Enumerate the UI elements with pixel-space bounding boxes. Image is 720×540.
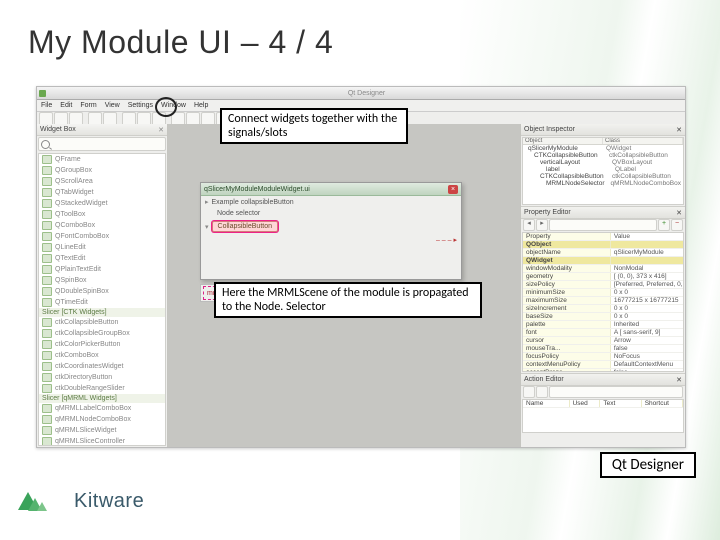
callout-mrmlscene: Here the MRMLScene of the module is prop… [214, 282, 482, 318]
property-row[interactable]: maximumSize16777215 x 16777215 [523, 297, 683, 305]
widget-item[interactable]: ctkDirectoryButton [39, 372, 165, 383]
action-new[interactable] [523, 386, 535, 398]
action-table[interactable]: NameUsedTextShortcut [522, 399, 684, 433]
property-row[interactable]: mouseTra...false [523, 345, 683, 353]
widget-item[interactable]: QTextEdit [39, 253, 165, 264]
object-tree[interactable]: ObjectClassqSlicerMyModuleQWidgetCTKColl… [522, 137, 684, 205]
app-icon [39, 90, 46, 97]
widget-item[interactable]: QTabWidget [39, 187, 165, 198]
collapsible-example[interactable]: Example collapsibleButton [212, 199, 294, 206]
property-row[interactable]: sizePolicy[Preferred, Preferred, 0, 0] [523, 281, 683, 289]
footer-label: Qt Designer [600, 452, 696, 478]
widget-item[interactable]: ctkCollapsibleButton [39, 317, 165, 328]
toolbar-highlight-circle [155, 97, 177, 117]
kitware-logo: Kitware [18, 490, 144, 513]
prop-add[interactable]: + [658, 219, 670, 231]
prop-remove[interactable]: − [671, 219, 683, 231]
form-title: qSlicerMyModuleModuleWidget.ui [204, 186, 310, 193]
widget-item[interactable]: QSpinBox [39, 275, 165, 286]
widget-item[interactable]: QTimeEdit [39, 297, 165, 308]
window-titlebar: Qt Designer [37, 87, 685, 100]
widget-item[interactable]: QFrame [39, 154, 165, 165]
widget-item[interactable]: ctkComboBox [39, 350, 165, 361]
widget-item[interactable]: QLineEdit [39, 242, 165, 253]
panel-close-icon[interactable]: ✕ [676, 209, 682, 217]
widget-item[interactable]: ctkCoordinatesWidget [39, 361, 165, 372]
object-inspector: Object Inspector✕ ObjectClassqSlicerMyMo… [521, 124, 685, 207]
property-row[interactable]: cursorArrow [523, 337, 683, 345]
widget-group[interactable]: Slicer [CTK Widgets] [39, 308, 165, 317]
widget-item[interactable]: qMRMLLabelComboBox [39, 403, 165, 414]
tree-row[interactable]: qSlicerMyModuleQWidget [523, 145, 683, 152]
widget-item[interactable]: QComboBox [39, 220, 165, 231]
property-row[interactable]: objectNameqSlicerMyModule [523, 249, 683, 257]
form-window[interactable]: qSlicerMyModuleModuleWidget.ui× ▸Example… [200, 182, 462, 280]
widget-item[interactable]: ctkDoubleRangeSlider [39, 383, 165, 394]
menu-help[interactable]: Help [194, 102, 208, 109]
property-row[interactable]: QWidget [523, 257, 683, 265]
widget-box-panel: Widget Box✕ QFrameQGroupBoxQScrollAreaQT… [37, 124, 168, 447]
node-selector-label: Node selector [217, 210, 260, 217]
widget-item[interactable]: qMRMLNodeComboBox [39, 414, 165, 425]
widget-item[interactable]: QToolBox [39, 209, 165, 220]
property-row[interactable]: PropertyValue [523, 233, 683, 241]
property-row[interactable]: fontA [ sans-serif, 9] [523, 329, 683, 337]
property-row[interactable]: paletteInherited [523, 321, 683, 329]
search-icon [41, 140, 50, 149]
tree-row[interactable]: verticalLayoutQVBoxLayout [523, 159, 683, 166]
widget-item[interactable]: qMRMLSliceWidget [39, 425, 165, 436]
property-row[interactable]: focusPolicyNoFocus [523, 353, 683, 361]
widget-item[interactable]: QDoubleSpinBox [39, 286, 165, 297]
widget-item[interactable]: ctkColorPickerButton [39, 339, 165, 350]
action-del[interactable] [536, 386, 548, 398]
action-filter[interactable] [549, 386, 683, 398]
menu-settings[interactable]: Settings [128, 102, 153, 109]
prop-filter[interactable] [549, 219, 657, 231]
property-table[interactable]: PropertyValueQObjectobjectNameqSlicerMyM… [522, 232, 684, 372]
property-row[interactable]: QObject [523, 241, 683, 249]
property-editor: Property Editor✕ ◂ ▸ + − PropertyValueQO… [521, 207, 685, 374]
property-row[interactable]: contextMenuPolicyDefaultContextMenu [523, 361, 683, 369]
property-row[interactable]: baseSize0 x 0 [523, 313, 683, 321]
tree-row[interactable]: labelQLabel [523, 166, 683, 173]
widget-box-list[interactable]: QFrameQGroupBoxQScrollAreaQTabWidgetQSta… [38, 153, 166, 446]
prop-fwd[interactable]: ▸ [536, 219, 548, 231]
property-row[interactable]: geometry[ (0, 0), 373 x 416] [523, 273, 683, 281]
widget-box-title: Widget Box [40, 126, 76, 133]
menu-edit[interactable]: Edit [60, 102, 72, 109]
widget-item[interactable]: QStackedWidget [39, 198, 165, 209]
slide-title: My Module UI – 4 / 4 [28, 24, 333, 61]
property-row[interactable]: acceptDropsfalse [523, 369, 683, 372]
form-close-icon[interactable]: × [448, 185, 458, 194]
widget-item[interactable]: ctkCollapsibleGroupBox [39, 328, 165, 339]
property-row[interactable]: sizeIncrement0 x 0 [523, 305, 683, 313]
property-row[interactable]: minimumSize0 x 0 [523, 289, 683, 297]
tree-row[interactable]: CTKCollapsibleButtonctkCollapsibleButton [523, 152, 683, 159]
panel-close-icon[interactable]: ✕ [676, 376, 682, 384]
action-editor: Action Editor✕ NameUsedTextShortcut [521, 374, 685, 434]
collapsible-button[interactable]: CollapsibleButton [212, 221, 278, 232]
widget-item[interactable]: qMRMLSliceController [39, 436, 165, 446]
widget-item[interactable]: QPlainTextEdit [39, 264, 165, 275]
menu-form[interactable]: Form [80, 102, 96, 109]
widget-item[interactable]: QGroupBox [39, 165, 165, 176]
callout-signals-slots: Connect widgets together with the signal… [220, 108, 408, 144]
prop-back[interactable]: ◂ [523, 219, 535, 231]
widget-group[interactable]: Slicer [qMRML Widgets] [39, 394, 165, 403]
property-row[interactable]: windowModalityNonModal [523, 265, 683, 273]
menu-view[interactable]: View [105, 102, 120, 109]
tree-row[interactable]: MRMLNodeSelectorqMRMLNodeComboBox [523, 180, 683, 187]
widget-item[interactable]: QFontComboBox [39, 231, 165, 242]
menu-file[interactable]: File [41, 102, 52, 109]
panel-close-icon[interactable]: ✕ [158, 126, 164, 134]
panel-close-icon[interactable]: ✕ [676, 126, 682, 134]
window-title-text: Qt Designer [348, 90, 385, 97]
widget-item[interactable]: QScrollArea [39, 176, 165, 187]
widget-filter[interactable] [38, 137, 166, 151]
tree-row[interactable]: CTKCollapsibleButtonctkCollapsibleButton [523, 173, 683, 180]
